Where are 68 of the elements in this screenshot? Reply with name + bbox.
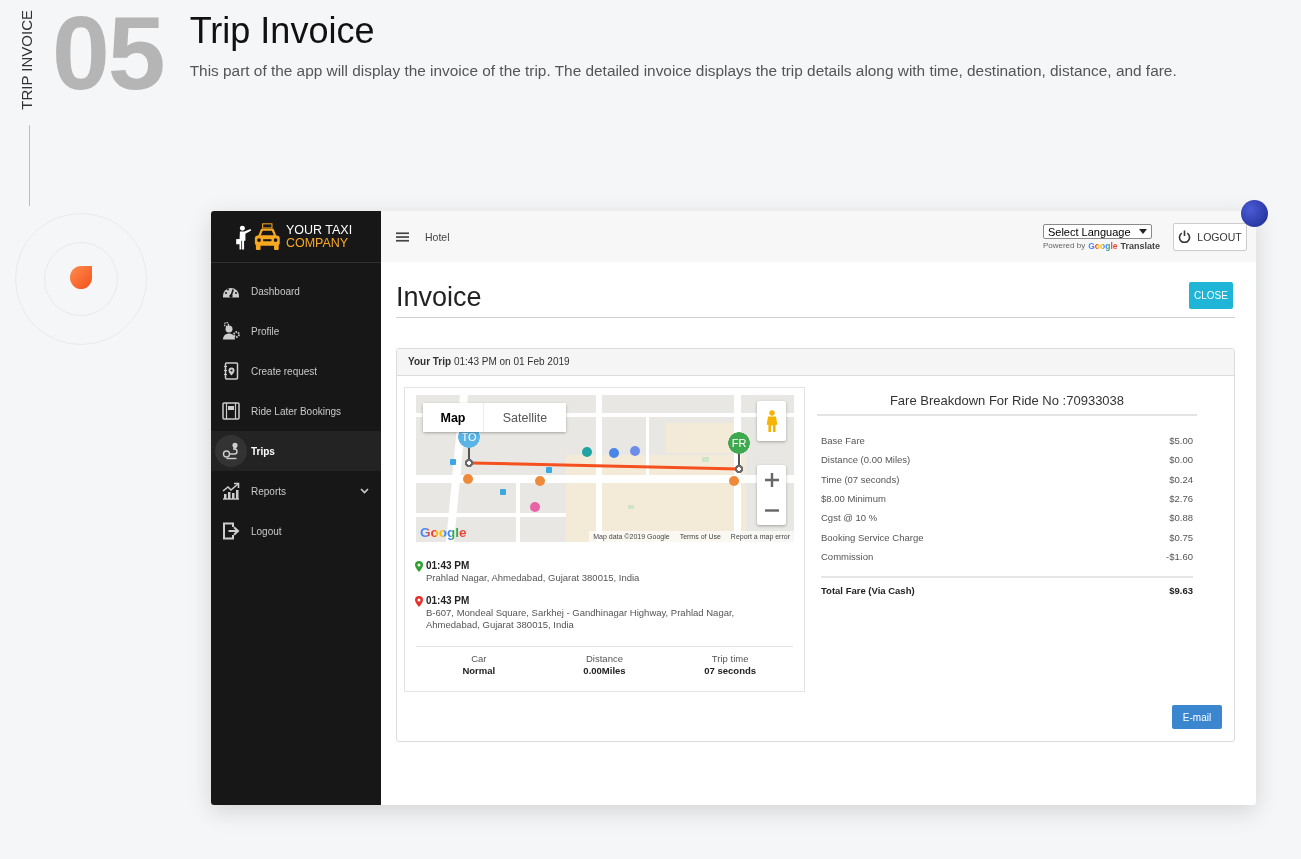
notebook-icon	[222, 402, 240, 420]
fare-label: Booking Service Charge	[821, 531, 924, 543]
translate-label: Translate	[1120, 241, 1160, 251]
pegman-icon	[765, 410, 778, 432]
stop-time: 01:43 PM	[426, 595, 471, 607]
trip-header: Your Trip 01:43 PM on 01 Feb 2019	[397, 349, 1234, 376]
page-label: Hotel	[425, 230, 450, 243]
fare-amount: $0.24	[1169, 473, 1193, 485]
menu-button[interactable]	[396, 231, 409, 242]
fare-label: $8.00 Minimum	[821, 493, 886, 505]
circle-decoration	[1241, 200, 1268, 227]
summary-label: Distance	[585, 653, 624, 665]
page-title: Invoice	[396, 281, 482, 313]
fare-amount: $0.75	[1169, 531, 1193, 543]
fare-amount: $2.76	[1169, 493, 1193, 505]
total-amount: $9.63	[1169, 585, 1193, 597]
user-gear-icon	[222, 322, 240, 340]
summary-label: Car	[470, 653, 488, 665]
section-label: TRIP INVOICE	[19, 10, 35, 110]
summary-value: Normal	[461, 665, 497, 677]
fare-label: Base Fare	[821, 435, 865, 447]
sidebar-item[interactable]: Ride Later Bookings	[211, 391, 381, 431]
language-select[interactable]: Select Language	[1042, 224, 1152, 239]
bar-chart-icon	[222, 482, 240, 500]
total-label: Total Fare (Via Cash)	[821, 585, 915, 597]
fare-label: Distance (0.00 Miles)	[821, 454, 911, 466]
fare-amount: $0.88	[1169, 512, 1193, 524]
minus-icon	[764, 508, 779, 512]
section-number: 05	[52, 3, 164, 103]
summary-label: Trip time	[710, 653, 750, 665]
logo-text: YOUR TAXI	[285, 223, 353, 237]
fare-title: Fare Breakdown For Ride No :70933038	[817, 387, 1197, 416]
stop-address: B-607, Mondeal Square, Sarkhej - Gandhinagar Highway, Prahlad Nagar, Ahmedabad, Gujarat 380015, India	[426, 607, 736, 631]
caret-icon	[1138, 229, 1147, 234]
map-marker: FR	[728, 432, 750, 474]
logout-icon	[222, 522, 240, 540]
fare-label: Commission	[821, 550, 874, 562]
sidebar-item[interactable]: Create request	[211, 351, 381, 391]
fare-amount: $0.00	[1169, 454, 1193, 466]
book-pin-icon	[222, 362, 240, 380]
map-type-tab[interactable]: Map	[423, 403, 483, 432]
route-pin-icon	[215, 435, 247, 467]
drop-icon	[70, 266, 92, 289]
logo-text: COMPANY	[285, 236, 350, 250]
google-logo: Google	[1088, 241, 1118, 251]
map-type-tab[interactable]: Satellite	[483, 403, 566, 432]
fare-amount: -$1.60	[1166, 550, 1193, 562]
section-description: This part of the app will display the invoice of the trip. The detailed invoice displays the trip details along with time, destination, distance, and fare.	[189, 61, 1177, 81]
fare-label: Time (07 seconds)	[821, 473, 900, 485]
sidebar-item[interactable]: Profile	[211, 311, 381, 351]
summary-value: 0.00Miles	[582, 665, 627, 677]
stop-address: Prahlad Nagar, Ahmedabad, Gujarat 380015, India	[426, 572, 640, 584]
fare-amount: $5.00	[1169, 435, 1193, 447]
power-icon	[1178, 230, 1192, 243]
sidebar-item[interactable]: Reports	[211, 471, 381, 511]
email-button[interactable]: E-mail	[1172, 705, 1222, 729]
logout-button[interactable]: LOGOUT	[1173, 222, 1247, 251]
sidebar-item[interactable]: Logout	[211, 511, 381, 551]
taxi-logo-icon	[235, 222, 282, 251]
summary-value: 07 seconds	[703, 665, 758, 677]
section-title: Trip Invoice	[189, 9, 376, 53]
plus-icon	[764, 473, 779, 487]
menu-icon	[396, 231, 409, 242]
sidebar-item[interactable]: Dashboard	[211, 271, 381, 311]
fare-label: Cgst @ 10 %	[821, 512, 878, 524]
powered-by-label: Powered by	[1042, 241, 1086, 251]
stop-time: 01:43 PM	[426, 560, 471, 572]
sidebar-item[interactable]: Trips	[211, 431, 381, 471]
